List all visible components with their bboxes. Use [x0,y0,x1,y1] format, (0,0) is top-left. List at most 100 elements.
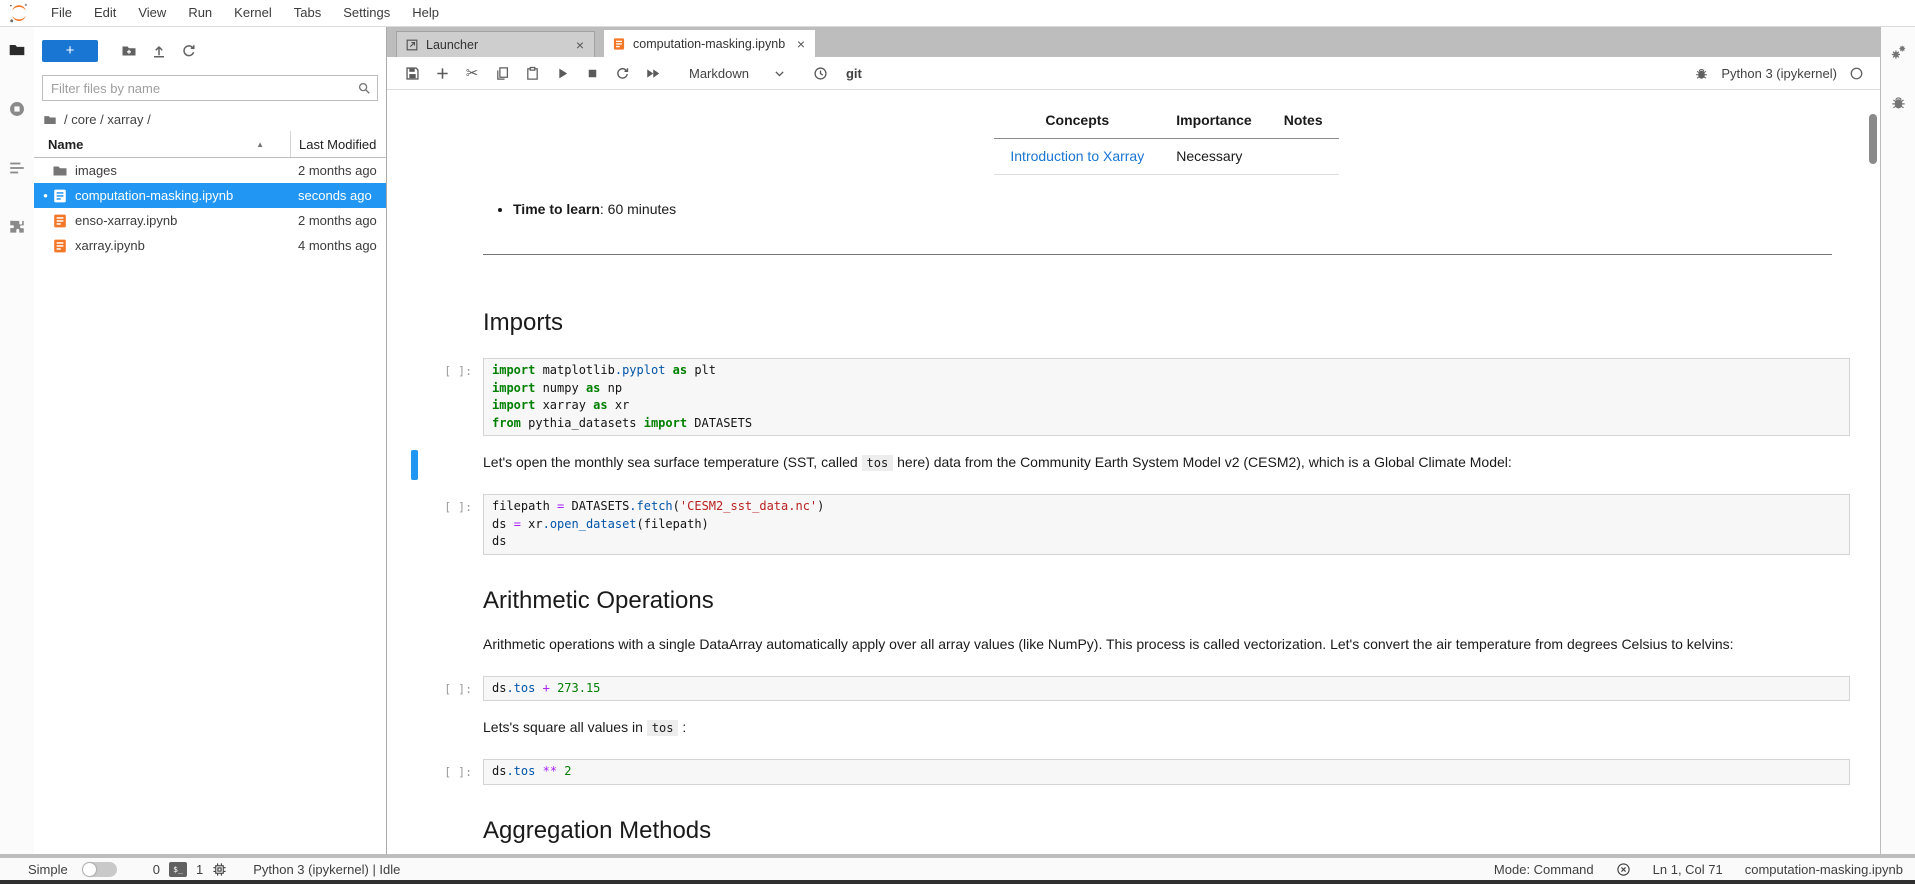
notebook-toolbar: ✂ Markdown git [387,57,1880,90]
tab-computation-masking-ipynb[interactable]: computation-masking.ipynb × [604,30,815,57]
markdown-cell[interactable]: Lets's square all values in tos : [387,713,1850,741]
menu-run[interactable]: Run [177,0,223,26]
tab-label: Launcher [426,38,478,52]
tab-launcher[interactable]: Launcher × [396,31,595,57]
menu-view[interactable]: View [127,0,177,26]
status-bar: Simple 0 $_ 1 Python 3 (ipykernel) | Idl… [0,858,1915,880]
mode-indicator: Mode: Command [1494,862,1594,877]
interrupt-kernel-button[interactable] [577,60,607,86]
folder-icon [8,41,26,59]
breadcrumb[interactable]: / core / xarray / [34,108,386,131]
kernel-status[interactable]: Python 3 (ipykernel) | Idle [253,862,400,877]
copy-cells-button[interactable] [487,60,517,86]
file-row[interactable]: images2 months ago [34,158,386,183]
markdown-cell[interactable]: Let's open the monthly sea surface tempe… [387,448,1850,476]
code-cell[interactable]: [ ]:import matplotlib.pyplot as pltimpor… [387,358,1850,436]
filter-files-input[interactable] [42,75,378,101]
markdown-cell[interactable]: Imports [387,301,1850,340]
kernel-idle-icon[interactable] [1849,66,1864,81]
unsaved-dot: ● [39,191,52,200]
activity-tab-file-browser[interactable] [8,41,26,64]
menu-settings[interactable]: Settings [332,0,401,26]
terminal-icon: $_ [169,862,187,877]
new-launcher-button[interactable]: + [42,40,98,62]
launcher-icon [405,38,419,52]
cursor-position[interactable]: Ln 1, Col 71 [1653,862,1723,877]
gears-icon [1890,44,1907,61]
refresh-icon [181,43,197,59]
new-folder-button[interactable] [114,39,144,63]
cell-type-dropdown[interactable]: Markdown [683,64,792,83]
simple-mode-toggle[interactable] [82,862,117,877]
concepts-table: ConceptsImportanceNotesIntroduction to X… [994,107,1338,175]
fast-forward-icon [645,66,660,81]
notebook-content: ConceptsImportanceNotesIntroduction to X… [387,90,1880,854]
file-browser-panel: + / core / xarray / Name ▲ Last [34,27,386,854]
selected-cell-indicator[interactable] [411,450,418,480]
close-icon[interactable]: × [574,38,586,52]
code-cell[interactable]: [ ]:ds.tos ** 2 [387,759,1850,785]
notebook-icon [52,213,68,229]
file-name: images [75,163,290,178]
markdown-cell[interactable]: ConceptsImportanceNotesIntroduction to X… [387,102,1850,175]
file-name: xarray.ipynb [75,238,290,253]
insert-cell-below-button[interactable] [427,60,457,86]
bullet-item: Time to learn: 60 minutes [513,200,1850,219]
file-list: images2 months ago●computation-masking.i… [34,158,386,854]
copy-icon [495,66,510,81]
column-last-modified[interactable]: Last Modified [290,131,386,157]
save-button[interactable] [397,60,427,86]
markdown-cell[interactable]: Arithmetic operations with a single Data… [387,630,1850,658]
cut-cells-button[interactable]: ✂ [457,60,487,86]
menu-kernel[interactable]: Kernel [223,0,283,26]
markdown-cell[interactable]: Time to learn: 60 minutes [387,195,1850,223]
run-icon [555,66,570,81]
git-toolbar-label[interactable]: git [846,66,862,81]
bug-icon[interactable] [1694,66,1709,81]
upload-button[interactable] [144,39,174,63]
markdown-cell[interactable]: Aggregation Methods [387,809,1850,848]
scrollbar-thumb[interactable] [1869,114,1877,164]
run-cell-button[interactable] [547,60,577,86]
search-icon [357,81,371,95]
upload-icon [151,43,167,59]
code-editor[interactable]: ds.tos ** 2 [483,759,1850,785]
kernel-name[interactable]: Python 3 (ipykernel) [1721,66,1837,81]
menu-tabs[interactable]: Tabs [283,0,332,26]
notebook-icon-light [52,188,68,204]
code-cell[interactable]: [ ]:filepath = DATASETS.fetch('CESM2_sst… [387,494,1850,555]
file-browser-toolbar: + [34,27,386,74]
column-name[interactable]: Name ▲ [34,137,290,152]
concept-link[interactable]: Introduction to Xarray [1010,148,1144,164]
notebook-icon [612,37,626,51]
tab-label: computation-masking.ipynb [633,37,785,51]
markdown-text: Arithmetic operations with a single Data… [483,630,1850,658]
markdown-cell[interactable] [387,249,1850,277]
history-button[interactable] [806,60,836,86]
code-editor[interactable]: filepath = DATASETS.fetch('CESM2_sst_dat… [483,494,1850,555]
activity-tab-extension-manager[interactable] [8,218,26,241]
code-cell[interactable]: [ ]:ds.tos + 273.15 [387,676,1850,702]
restart-kernel-button[interactable] [607,60,637,86]
code-editor[interactable]: import matplotlib.pyplot as pltimport nu… [483,358,1850,436]
menu-file[interactable]: File [40,0,83,26]
file-row[interactable]: xarray.ipynb4 months ago [34,233,386,258]
activity-tab-table-of-contents[interactable] [8,159,26,182]
code-editor[interactable]: ds.tos + 273.15 [483,676,1850,702]
menu-help[interactable]: Help [401,0,450,26]
terminals-count[interactable]: 0 [153,862,160,877]
right-tab-debugger[interactable] [1890,94,1907,116]
activity-tab-running-sessions[interactable] [8,100,26,123]
close-icon[interactable]: × [795,37,807,51]
kernels-count[interactable]: 1 [196,862,203,877]
refresh-button[interactable] [174,39,204,63]
markdown-cell[interactable]: Arithmetic Operations [387,579,1850,618]
paste-cells-button[interactable] [517,60,547,86]
file-row[interactable]: ●computation-masking.ipynbseconds ago [34,183,386,208]
file-row[interactable]: enso-xarray.ipynb2 months ago [34,208,386,233]
plus-icon [435,66,450,81]
menu-edit[interactable]: Edit [83,0,127,26]
right-tab-property-inspector[interactable] [1890,44,1907,66]
running-icon [8,100,26,118]
restart-run-all-button[interactable] [637,60,667,86]
